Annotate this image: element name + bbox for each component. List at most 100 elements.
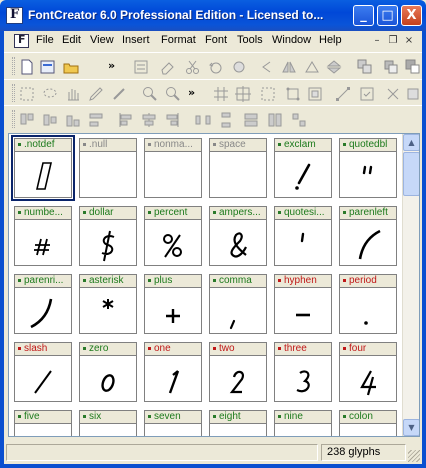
scroll-thumb[interactable] — [403, 152, 419, 196]
glyph-cell[interactable]: eight — [209, 410, 267, 436]
validate-icon[interactable] — [358, 85, 376, 103]
menu-file[interactable]: File — [36, 34, 54, 46]
menu-insert[interactable]: Insert — [122, 34, 150, 46]
glyph-cell[interactable]: dollar — [79, 206, 137, 266]
window-border-right[interactable] — [422, 31, 426, 468]
subtract-icon[interactable] — [404, 58, 422, 76]
menu-font[interactable]: Font — [205, 34, 227, 46]
mdi-minimize-button[interactable]: – — [370, 34, 384, 48]
glyph-cell[interactable]: five — [14, 410, 72, 436]
glyph-cell[interactable]: two — [209, 342, 267, 402]
toolbar-chevron[interactable]: » — [108, 59, 115, 72]
hand-icon[interactable] — [64, 85, 82, 103]
glyph-cell[interactable]: zero — [79, 342, 137, 402]
glyph-list-icon[interactable] — [132, 58, 150, 76]
menu-view[interactable]: View — [90, 34, 114, 46]
open-icon[interactable] — [62, 58, 80, 76]
cut-icon[interactable] — [184, 58, 202, 76]
align-middle-icon[interactable] — [41, 111, 59, 129]
align-left-edge-icon[interactable] — [117, 111, 135, 129]
glyph-cell[interactable]: colon — [339, 410, 397, 436]
glyph-cell[interactable]: plus — [144, 274, 202, 334]
glyph-cell[interactable]: comma — [209, 274, 267, 334]
glyph-cell[interactable]: quotedbl — [339, 138, 397, 198]
eraser-icon[interactable] — [159, 58, 177, 76]
node-icon[interactable] — [334, 85, 352, 103]
document-icon[interactable] — [14, 33, 29, 48]
same-height-icon[interactable] — [266, 111, 284, 129]
new-icon[interactable] — [18, 58, 36, 76]
mdi-restore-button[interactable]: ❐ — [386, 34, 400, 48]
properties-icon[interactable] — [39, 58, 57, 76]
glyph-cell[interactable]: parenri... — [14, 274, 72, 334]
align-right-edge-icon[interactable] — [163, 111, 181, 129]
toolbar-grip[interactable] — [12, 110, 15, 128]
window-border-bottom[interactable] — [0, 464, 426, 468]
undo-icon[interactable] — [207, 58, 225, 76]
glyph-cell[interactable]: hyphen — [274, 274, 332, 334]
guides-icon[interactable] — [234, 85, 252, 103]
glyph-cell[interactable]: ampers... — [209, 206, 267, 266]
toolbar-chevron[interactable]: » — [188, 86, 195, 99]
glyph-cell[interactable]: asterisk — [79, 274, 137, 334]
flip-vertical-icon[interactable] — [325, 58, 343, 76]
glyph-cell[interactable]: nine — [274, 410, 332, 436]
glyph-cell[interactable]: slash — [14, 342, 72, 402]
lasso-icon[interactable] — [41, 85, 59, 103]
menu-format[interactable]: Format — [161, 34, 196, 46]
glyph-cell[interactable]: exclam — [274, 138, 332, 198]
close-button[interactable]: X — [401, 5, 422, 26]
glyph-cell[interactable]: four — [339, 342, 397, 402]
glyph-cell[interactable]: numbe... — [14, 206, 72, 266]
toolbar-grip[interactable] — [12, 57, 15, 75]
brush-icon[interactable] — [110, 85, 128, 103]
glyph-cell[interactable]: .notdef — [11, 135, 75, 201]
menu-edit[interactable]: Edit — [62, 34, 81, 46]
scroll-up-button[interactable]: ▲ — [403, 134, 419, 151]
glyph-cell[interactable]: .null — [79, 138, 137, 198]
zoom-in-icon[interactable] — [141, 85, 159, 103]
menu-help[interactable]: Help — [319, 34, 342, 46]
align-bottom-icon[interactable] — [64, 111, 82, 129]
mirror-icon[interactable] — [303, 58, 321, 76]
outline-icon[interactable] — [306, 85, 324, 103]
align-top-icon[interactable] — [18, 111, 36, 129]
distribute-icon[interactable] — [87, 111, 105, 129]
toolbar-grip[interactable] — [12, 84, 15, 102]
combine-icon[interactable] — [382, 58, 400, 76]
snap-icon[interactable] — [284, 85, 302, 103]
glyph-cell[interactable]: six — [79, 410, 137, 436]
merge-icon[interactable] — [356, 58, 374, 76]
zoom-out-icon[interactable] — [164, 85, 182, 103]
same-width-icon[interactable] — [242, 111, 260, 129]
glyph-overview-panel[interactable]: .notdef .null nonma... space exclam quotedbl n… — [8, 133, 420, 437]
rotate-icon[interactable] — [384, 85, 402, 103]
redo-icon[interactable] — [230, 58, 248, 76]
title-bar[interactable]: FontCreator 6.0 Professional Edition - L… — [0, 0, 426, 31]
flip-horizontal-icon[interactable] — [280, 58, 298, 76]
rectangle-select-icon[interactable] — [18, 85, 36, 103]
align-center-icon[interactable] — [140, 111, 158, 129]
mdi-close-button[interactable]: × — [402, 34, 416, 48]
minimize-button[interactable]: _ — [353, 5, 374, 26]
resize-grip[interactable] — [408, 450, 420, 462]
glyph-cell[interactable]: quotesi... — [274, 206, 332, 266]
grid-icon[interactable] — [212, 85, 230, 103]
window-border-left[interactable] — [0, 31, 4, 468]
glyph-cell[interactable]: parenleft — [339, 206, 397, 266]
points-icon[interactable] — [259, 85, 277, 103]
glyph-cell[interactable]: one — [144, 342, 202, 402]
same-size-icon[interactable] — [290, 111, 308, 129]
glyph-cell[interactable]: period — [339, 274, 397, 334]
glyph-cell[interactable]: nonma... — [144, 138, 202, 198]
maximize-button[interactable]: □ — [377, 5, 398, 26]
transform-icon[interactable] — [404, 85, 422, 103]
vertical-scrollbar[interactable]: ▲ ▼ — [402, 134, 419, 436]
app-icon[interactable] — [6, 7, 23, 24]
align-left-icon[interactable] — [258, 58, 276, 76]
glyph-cell[interactable]: space — [209, 138, 267, 198]
glyph-cell[interactable]: three — [274, 342, 332, 402]
glyph-cell[interactable]: seven — [144, 410, 202, 436]
menu-window[interactable]: Window — [272, 34, 311, 46]
menu-tools[interactable]: Tools — [237, 34, 263, 46]
